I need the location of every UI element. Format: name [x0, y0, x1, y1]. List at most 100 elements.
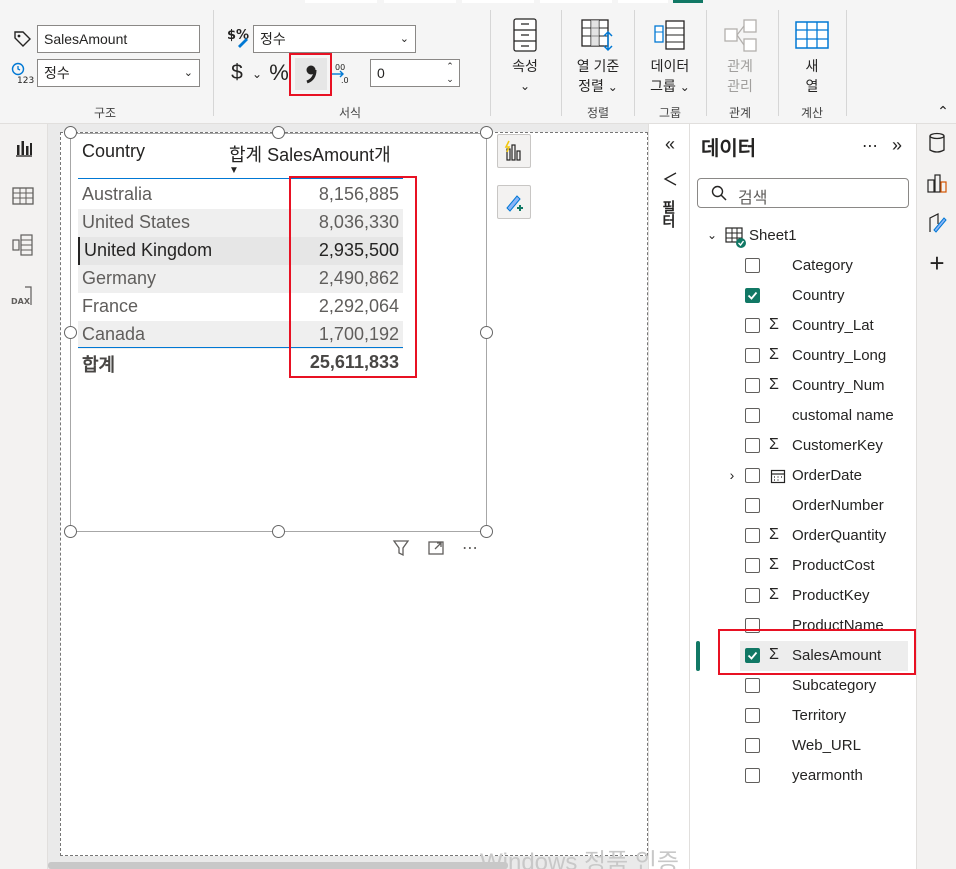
sigma-icon: Σ	[769, 316, 779, 333]
group-label-sort: 정렬	[586, 106, 610, 120]
checkbox[interactable]	[745, 528, 760, 543]
data-groups-button[interactable]: 데이터 그룹 ⌄	[640, 14, 700, 97]
resize-handle[interactable]	[64, 326, 77, 339]
visualizations-icon[interactable]	[925, 170, 949, 196]
checkbox[interactable]	[745, 378, 760, 393]
dax-query-icon[interactable]: DAX	[10, 284, 36, 310]
svg-text:.0: .0	[341, 76, 349, 85]
resize-handle[interactable]	[272, 525, 285, 538]
collapse-ribbon-icon[interactable]: ⌃	[934, 102, 952, 120]
field-item[interactable]: Category	[740, 251, 910, 281]
resize-handle[interactable]	[480, 126, 493, 139]
checkbox[interactable]	[745, 348, 760, 363]
resize-handle[interactable]	[64, 525, 77, 538]
new-column-label-line1: 새	[805, 58, 819, 74]
field-item[interactable]: Σ CustomerKey	[740, 431, 910, 461]
build-visual-button[interactable]	[497, 134, 531, 168]
chevron-down-icon[interactable]: ⌄	[250, 64, 264, 84]
field-item[interactable]: Territory	[740, 701, 910, 731]
checkbox[interactable]	[745, 408, 760, 423]
field-name: Country_Long	[792, 347, 887, 364]
checkbox[interactable]	[745, 738, 760, 753]
field-item[interactable]: Country	[740, 281, 910, 311]
more-options-icon[interactable]: ⋯	[858, 136, 882, 156]
table-name[interactable]: Sheet1	[749, 227, 797, 244]
checkbox[interactable]	[745, 438, 760, 453]
manage-relationships-button[interactable]: 관계 관리	[712, 14, 768, 96]
field-item[interactable]: customal name	[740, 401, 910, 431]
highlight-amount-column	[289, 176, 417, 378]
groups-label-line2: 그룹	[650, 78, 676, 94]
field-item[interactable]: Σ ProductCost	[740, 551, 910, 581]
table-view-icon[interactable]	[10, 184, 36, 208]
checkbox[interactable]	[745, 708, 760, 723]
group-label-structure: 구조	[93, 106, 117, 120]
checkbox[interactable]	[745, 318, 760, 333]
field-item[interactable]: Web_URL	[740, 731, 910, 761]
field-search-input[interactable]: 검색	[697, 178, 909, 208]
field-name: Territory	[792, 707, 847, 724]
expand-filters-icon[interactable]: «	[661, 134, 679, 154]
more-options-icon[interactable]: ⋯	[459, 538, 481, 558]
checkbox-checked[interactable]	[745, 288, 760, 303]
model-view-icon[interactable]	[10, 232, 36, 258]
search-icon	[710, 184, 728, 202]
field-item[interactable]: Σ Country_Long	[740, 341, 910, 371]
field-item[interactable]: yearmonth	[740, 761, 910, 791]
sort-by-column-icon	[568, 14, 628, 56]
sort-by-column-button[interactable]: 열 기준 정렬 ⌄	[568, 14, 628, 97]
checkbox[interactable]	[745, 678, 760, 693]
datatype-icon: 123	[10, 61, 34, 85]
new-column-label-line2: 열	[805, 78, 819, 94]
resize-handle[interactable]	[64, 126, 77, 139]
field-item[interactable]: Σ ProductKey	[740, 581, 910, 611]
checkbox[interactable]	[745, 768, 760, 783]
currency-button[interactable]: $	[228, 60, 246, 86]
new-column-button[interactable]: 새 열	[786, 14, 838, 96]
checkbox[interactable]	[745, 468, 760, 483]
chevron-down-icon: ⌄	[399, 33, 409, 45]
field-item[interactable]: OrderNumber	[740, 491, 910, 521]
search-placeholder: 검색	[738, 190, 768, 207]
report-view-icon[interactable]	[12, 136, 36, 160]
group-label-format: 서식	[338, 106, 362, 120]
filter-pane-icon[interactable]	[661, 170, 679, 188]
collapse-pane-icon[interactable]: »	[887, 134, 907, 156]
chevron-down-icon[interactable]: ⌄	[704, 226, 720, 244]
checkbox[interactable]	[745, 258, 760, 273]
resize-handle[interactable]	[272, 126, 285, 139]
horizontal-scrollbar[interactable]	[48, 862, 508, 869]
field-item[interactable]: Subcategory	[740, 671, 910, 701]
data-pane-icon[interactable]	[925, 130, 949, 156]
name-field[interactable]: SalesAmount	[37, 25, 200, 53]
field-item[interactable]: Σ Country_Num	[740, 371, 910, 401]
focus-mode-icon[interactable]	[426, 538, 446, 558]
column-header-country[interactable]: Country	[82, 141, 145, 162]
country-cell: United States	[82, 212, 191, 232]
spin-up-icon[interactable]: ⌃	[443, 60, 457, 72]
decimal-places-icon[interactable]: 00.0	[331, 60, 349, 86]
spin-down-icon[interactable]: ⌄	[443, 73, 457, 85]
filter-icon[interactable]	[391, 538, 411, 558]
selected-field-indicator	[696, 641, 700, 671]
datatype-select[interactable]: 정수 ⌄	[37, 59, 200, 87]
resize-handle[interactable]	[480, 525, 493, 538]
field-name: OrderDate	[792, 467, 863, 484]
format-select[interactable]: 정수 ⌄	[253, 25, 416, 53]
column-header-sales[interactable]: 합계 SalesAmount개	[229, 141, 391, 167]
field-item[interactable]: OrderDate	[740, 461, 910, 491]
checkbox[interactable]	[745, 588, 760, 603]
field-item[interactable]: Σ Country_Lat	[740, 311, 910, 341]
activation-watermark: Windows 정품 인증	[480, 849, 680, 869]
chevron-right-icon[interactable]: ›	[725, 466, 739, 484]
properties-button[interactable]: 속성 ⌄	[502, 14, 548, 96]
resize-handle[interactable]	[480, 326, 493, 339]
format-pane-icon[interactable]	[925, 210, 949, 236]
checkbox[interactable]	[745, 558, 760, 573]
add-icon[interactable]: +	[925, 248, 949, 278]
format-visual-button[interactable]	[497, 185, 531, 219]
filters-label[interactable]: 필터	[661, 200, 679, 228]
checkbox[interactable]	[745, 498, 760, 513]
percent-button[interactable]: %	[268, 60, 290, 86]
field-item[interactable]: Σ OrderQuantity	[740, 521, 910, 551]
